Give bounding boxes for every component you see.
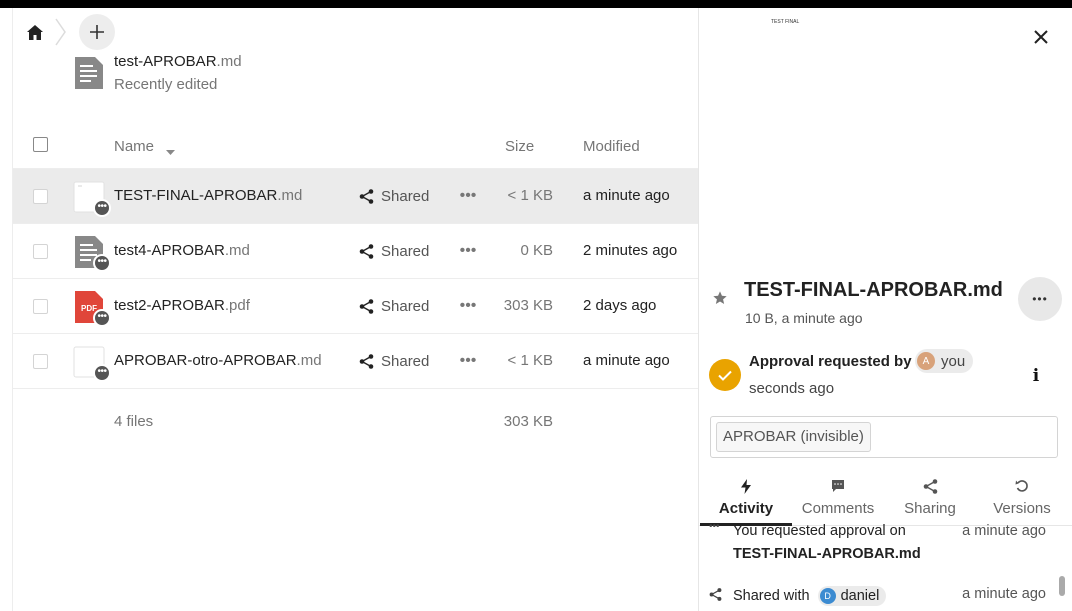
file-name: TEST-FINAL-APROBAR.md [114,187,303,204]
more-actions-icon: ••• [1032,292,1048,306]
share-button[interactable]: Shared [359,298,429,315]
approval-time: seconds ago [749,380,835,397]
more-actions-icon[interactable]: ••• [458,296,478,316]
file-size: 0 KB [520,242,553,259]
tab-versions[interactable]: Versions [976,474,1068,526]
recent-file-name: test-APROBAR.md [114,53,242,70]
info-icon[interactable]: i [1029,366,1043,386]
row-checkbox[interactable] [33,354,48,369]
check-icon [709,359,741,391]
table-row[interactable]: ••• TEST-FINAL-APROBAR.md Shared ••• < 1… [13,169,698,224]
table-row[interactable]: ••• test4-APROBAR.md Shared ••• 0 KB 2 m… [13,224,698,279]
share-icon [359,189,374,204]
activity-icon [700,479,792,495]
file-size: < 1 KB [507,352,553,369]
tab-comments[interactable]: Comments [792,474,884,526]
tag-chip[interactable]: APROBAR (invisible) [716,422,871,452]
details-sidebar: TEST FINAL TEST-FINAL-APROBAR.md 10 B, a… [698,8,1072,611]
share-button[interactable]: Shared [359,243,429,260]
sidebar-file-title: TEST-FINAL-APROBAR.md [744,279,1003,301]
add-new-button[interactable] [79,14,115,50]
recent-file[interactable]: test-APROBAR.md Recently edited [73,53,473,103]
file-modified: 2 days ago [583,297,657,314]
share-button[interactable]: Shared [359,353,429,370]
file-size: < 1 KB [507,187,553,204]
file-name: test4-APROBAR.md [114,242,250,259]
column-header-modified[interactable]: Modified [583,138,640,155]
tag-input[interactable]: APROBAR (invisible) [710,416,1058,458]
recent-file-subtitle: Recently edited [114,76,218,93]
sort-descending-icon [166,142,175,160]
more-actions-icon[interactable]: ••• [458,351,478,371]
file-list-area: test-APROBAR.md Recently edited Name Siz… [13,8,698,611]
sidebar-tabs: Activity Comments Sharing Versions [699,474,1072,526]
comment-icon [792,479,884,495]
share-icon [359,244,374,259]
left-navigation-strip [0,8,13,611]
home-icon[interactable] [23,20,47,44]
file-count: 4 files [114,413,154,430]
star-icon[interactable] [712,290,728,311]
user-chip[interactable]: D daniel [817,586,887,606]
column-header-size[interactable]: Size [505,138,534,155]
scrollbar[interactable] [1059,576,1065,596]
table-row[interactable]: PDF ••• test2-APROBAR.pdf Shared ••• 303… [13,279,698,334]
shared-badge-icon: ••• [93,364,111,382]
text-file-icon [75,57,103,94]
tab-activity[interactable]: Activity [700,474,792,526]
user-chip[interactable]: A you [915,349,974,373]
table-row[interactable]: ••• APROBAR-otro-APROBAR.md Shared ••• <… [13,334,698,389]
avatar: D [819,588,836,604]
tab-sharing[interactable]: Sharing [884,474,976,526]
shared-badge-icon: ••• [93,254,111,272]
select-all-checkbox[interactable] [33,137,48,152]
row-checkbox[interactable] [33,189,48,204]
history-icon [976,479,1068,495]
shared-badge-icon: ••• [93,309,111,327]
activity-file-link[interactable]: TEST-FINAL-APROBAR.md [733,546,921,562]
approval-status: Approval requested by [749,353,912,370]
more-actions-icon[interactable]: ••• [458,186,478,206]
share-icon [884,479,976,495]
share-icon [359,354,374,369]
row-checkbox[interactable] [33,244,48,259]
table-header: Name Size Modified [13,121,698,169]
sidebar-file-meta: 10 B, a minute ago [745,310,863,326]
share-icon [359,299,374,314]
file-modified: 2 minutes ago [583,242,678,259]
avatar: A [917,352,935,370]
share-icon [709,588,722,606]
breadcrumb [13,8,698,53]
sidebar-more-button[interactable]: ••• [1018,277,1062,321]
total-size: 303 KB [503,413,553,430]
plus-icon [90,25,104,39]
file-name: test2-APROBAR.pdf [114,297,250,314]
file-modified: a minute ago [583,187,670,204]
file-modified: a minute ago [583,352,670,369]
shared-badge-icon: ••• [93,199,111,217]
close-icon[interactable] [1030,26,1052,48]
breadcrumb-separator-icon [53,18,69,46]
file-name: APROBAR-otro-APROBAR.md [114,352,322,369]
more-actions-icon: ••• [709,521,720,532]
file-preview: TEST FINAL [771,19,800,25]
share-button[interactable]: Shared [359,188,429,205]
row-checkbox[interactable] [33,299,48,314]
file-list-summary: 4 files 303 KB [13,398,698,438]
top-bar [0,0,1072,8]
more-actions-icon[interactable]: ••• [458,241,478,261]
file-size: 303 KB [503,297,553,314]
column-header-name[interactable]: Name [114,138,154,155]
user-name: you [941,352,966,370]
